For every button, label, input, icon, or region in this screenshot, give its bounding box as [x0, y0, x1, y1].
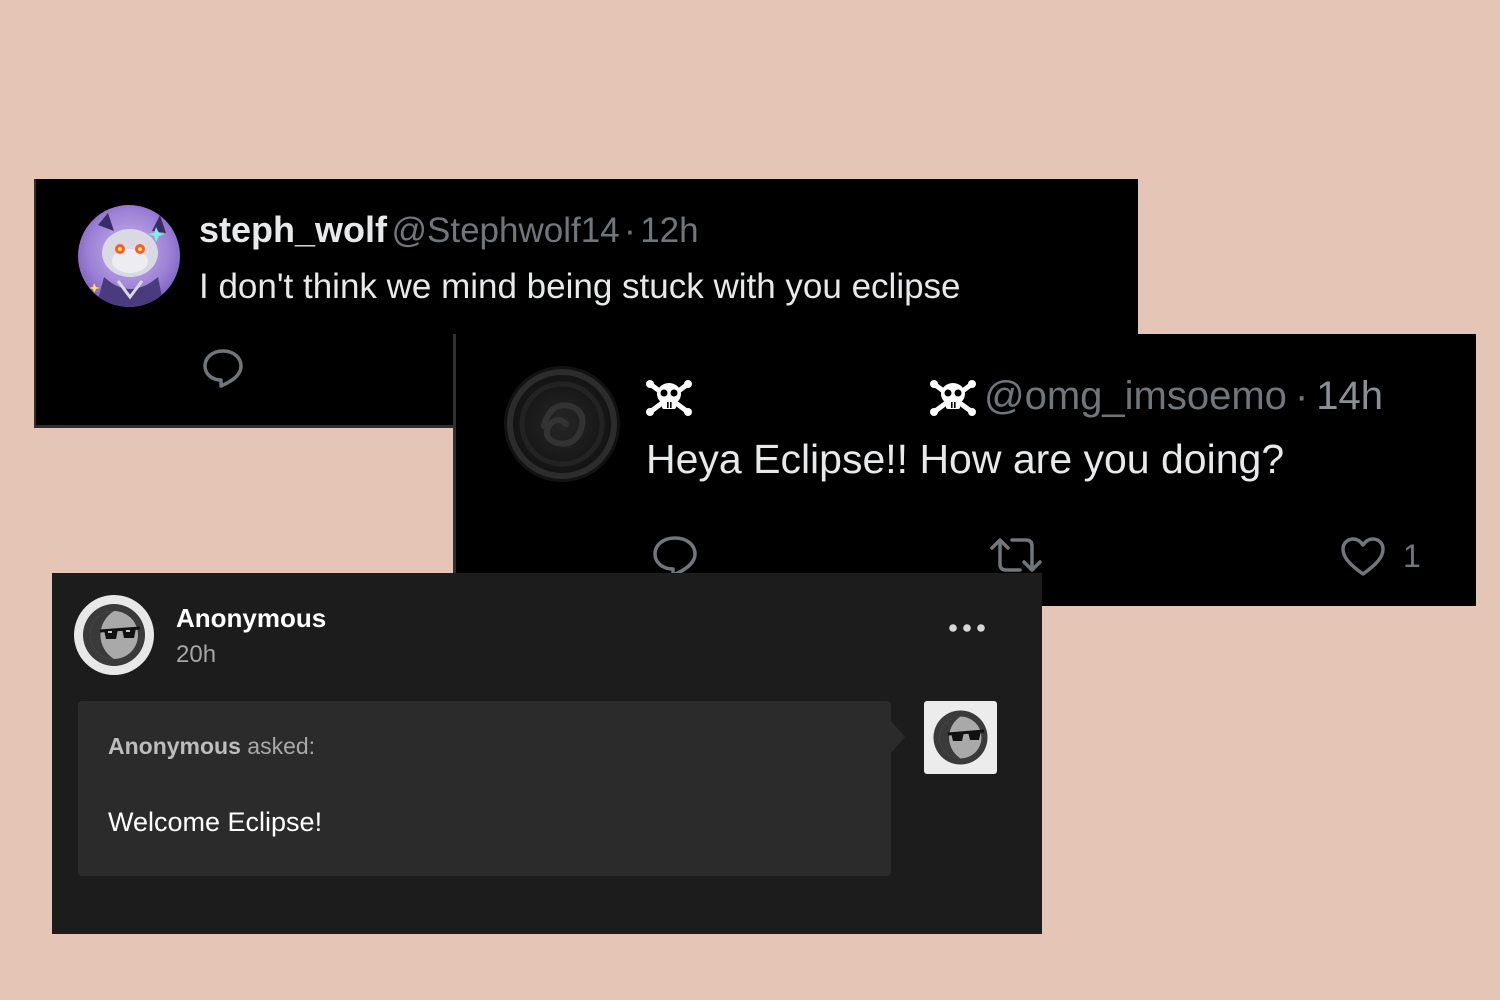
like-button[interactable] [1339, 536, 1387, 583]
card-footer [52, 916, 1042, 934]
asker-name: Anonymous [108, 733, 241, 759]
tweet-card-omg-imsoemo: @omg_imsoemo · 14h Heya Eclipse!! How ar… [453, 334, 1476, 606]
heart-icon [1341, 537, 1385, 576]
handle[interactable]: @Stephwolf14 [391, 211, 619, 250]
avatar[interactable] [74, 595, 154, 675]
tweet-text: Heya Eclipse!! How are you doing? [646, 436, 1285, 482]
separator-dot: · [624, 211, 636, 250]
more-dots-icon [949, 624, 985, 632]
display-name[interactable]: steph_wolf [199, 209, 387, 250]
skull-crossbones-icon [646, 380, 692, 416]
timestamp[interactable]: 12h [640, 211, 698, 250]
author-name[interactable]: Anonymous [176, 603, 326, 634]
asked-line: Anonymous asked: [108, 733, 315, 760]
dark-swirl-avatar-icon [507, 369, 617, 479]
anonymous-sunglasses-avatar-icon [83, 604, 145, 666]
question-text: Welcome Eclipse! [108, 807, 323, 837]
reply-button[interactable] [201, 347, 245, 394]
asked-label: asked: [240, 733, 316, 759]
question-bubble: Anonymous asked: Welcome Eclipse! [78, 701, 905, 876]
reply-icon [653, 536, 697, 577]
separator-dot: · [1294, 374, 1309, 418]
avatar[interactable] [504, 366, 620, 482]
more-options-button[interactable] [948, 621, 986, 639]
avatar[interactable] [78, 205, 180, 307]
retweet-icon [990, 538, 1042, 572]
wolf-character-avatar-icon [89, 213, 166, 307]
handle[interactable]: @omg_imsoemo [984, 374, 1287, 419]
timestamp[interactable]: 14h [1316, 374, 1383, 419]
anonymous-sunglasses-avatar-icon [933, 710, 988, 765]
asker-avatar[interactable] [924, 701, 997, 774]
tweet-meta: @omg_imsoemo · 14h [930, 374, 1383, 419]
display-name[interactable] [646, 378, 692, 421]
ask-card: Anonymous 20h Anonymous asked: Welcome E… [52, 573, 1042, 934]
tweet-header: steph_wolf @Stephwolf14 · 12h [199, 209, 699, 251]
reply-icon [203, 349, 243, 388]
skull-crossbones-icon [930, 379, 976, 416]
tweet-text: I don't think we mind being stuck with y… [199, 267, 961, 306]
timestamp[interactable]: 20h [176, 641, 216, 669]
like-count: 1 [1403, 538, 1421, 574]
